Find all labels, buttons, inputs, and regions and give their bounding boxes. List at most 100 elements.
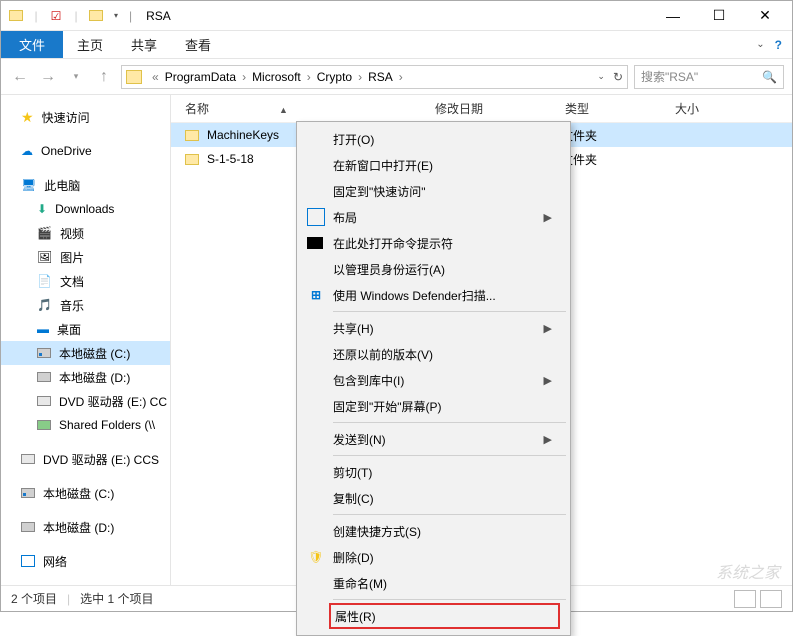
crumb-3[interactable]: RSA [368,70,393,84]
up-button[interactable]: ↑ [93,68,115,86]
dvd-icon [21,454,35,464]
ctx-separator [333,311,566,312]
ctx-layout[interactable]: 布局▶ [299,204,568,230]
ctx-include-lib[interactable]: 包含到库中(I)▶ [299,367,568,393]
sidebar-downloads-label: Downloads [55,202,114,216]
sidebar-documents[interactable]: 📄文档 [1,269,170,293]
col-type[interactable]: 类型 [565,100,675,117]
ctx-open-new[interactable]: 在新窗口中打开(E) [299,152,568,178]
share-tab[interactable]: 共享 [117,31,171,58]
sidebar-disk-d[interactable]: 本地磁盘 (D:) [1,365,170,389]
help-icon[interactable]: ? [775,38,782,52]
search-placeholder: 搜索"RSA" [641,68,698,85]
search-icon[interactable]: 🔍 [762,70,777,84]
qat-dropdown-icon[interactable]: ▾ [109,9,123,23]
crumb-0[interactable]: ProgramData [165,70,236,84]
sort-asc-icon: ▲ [279,105,288,115]
column-headers: 名称▲ 修改日期 类型 大小 [171,95,792,123]
sidebar-dvd-e[interactable]: DVD 驱动器 (E:) CC [1,389,170,413]
ctx-cut[interactable]: 剪切(T) [299,459,568,485]
col-size[interactable]: 大小 [675,100,755,117]
ctx-properties-label: 属性(R) [335,608,376,625]
sidebar-shared[interactable]: Shared Folders (\\ [1,413,170,437]
status-view-icons [734,590,782,608]
sidebar-downloads[interactable]: ⬇Downloads [1,197,170,221]
file-name: MachineKeys [207,128,279,142]
sidebar-video[interactable]: 🎬视频 [1,221,170,245]
desktop-icon: ▬ [37,322,49,336]
ctx-properties[interactable]: 属性(R) [329,603,560,629]
ctx-copy-label: 复制(C) [333,490,374,507]
sidebar-network[interactable]: 网络 [1,549,170,573]
ctx-delete[interactable]: 🛡删除(D) [299,544,568,570]
minimize-button[interactable]: — [650,2,696,30]
details-view-icon[interactable] [734,590,756,608]
status-count: 2 个项目 [11,590,57,607]
sidebar-dvd-e2[interactable]: DVD 驱动器 (E:) CCS [1,447,170,471]
file-tab[interactable]: 文件 [1,31,63,58]
search-box[interactable]: 搜索"RSA" 🔍 [634,65,784,89]
shield-icon: 🛡 [307,548,325,566]
ctx-rename[interactable]: 重命名(M) [299,570,568,596]
ctx-run-admin-label: 以管理员身份运行(A) [333,261,445,278]
ctx-pin-start[interactable]: 固定到"开始"屏幕(P) [299,393,568,419]
sidebar-quick-access[interactable]: ★快速访问 [1,105,170,129]
ctx-cmd-here[interactable]: 在此处打开命令提示符 [299,230,568,256]
address-bar[interactable]: « ProgramData › Microsoft › Crypto › RSA… [121,65,628,89]
recent-dropdown-icon[interactable]: ▾ [65,71,87,82]
network-icon [21,555,35,567]
ctx-run-admin[interactable]: 以管理员身份运行(A) [299,256,568,282]
sidebar-disk-d2-label: 本地磁盘 (D:) [43,519,114,536]
sidebar-desktop[interactable]: ▬桌面 [1,317,170,341]
large-icons-view-icon[interactable] [760,590,782,608]
crumb-1[interactable]: Microsoft [252,70,301,84]
ctx-prev-versions[interactable]: 还原以前的版本(V) [299,341,568,367]
sidebar-this-pc[interactable]: 🖥此电脑 [1,173,170,197]
maximize-button[interactable]: ☐ [696,2,742,30]
crumb-sep-2: › [358,70,362,84]
forward-button[interactable]: → [37,68,59,86]
home-tab[interactable]: 主页 [63,31,117,58]
ctx-pin-quick-label: 固定到"快速访问" [333,183,426,200]
col-name[interactable]: 名称▲ [185,100,435,117]
refresh-icon[interactable]: ↻ [613,70,623,84]
sidebar-disk-c2[interactable]: 本地磁盘 (C:) [1,481,170,505]
sidebar-dvd-e2-label: DVD 驱动器 (E:) CCS [43,451,159,468]
folder-icon [9,9,23,23]
sidebar-onedrive[interactable]: ☁OneDrive [1,139,170,163]
sidebar-pictures[interactable]: 🖼图片 [1,245,170,269]
submenu-arrow-icon: ▶ [544,374,552,387]
ctx-send-to[interactable]: 发送到(N)▶ [299,426,568,452]
ctx-defender[interactable]: ⊞使用 Windows Defender扫描... [299,282,568,308]
back-button[interactable]: ← [9,68,31,86]
ctx-pin-quick[interactable]: 固定到"快速访问" [299,178,568,204]
sidebar-music[interactable]: 🎵音乐 [1,293,170,317]
sidebar-network-label: 网络 [43,553,67,570]
ctx-share-label: 共享(H) [333,320,374,337]
ctx-shortcut[interactable]: 创建快捷方式(S) [299,518,568,544]
ctx-open[interactable]: 打开(O) [299,126,568,152]
ctx-copy[interactable]: 复制(C) [299,485,568,511]
qat-sep: | [29,9,43,23]
status-sep: | [67,592,70,606]
sidebar-disk-d2[interactable]: 本地磁盘 (D:) [1,515,170,539]
layout-icon [307,208,325,226]
ctx-share[interactable]: 共享(H)▶ [299,315,568,341]
close-button[interactable]: ✕ [742,2,788,30]
sidebar-pc-label: 此电脑 [44,177,80,194]
ribbon-expand-icon[interactable]: ⌄ [756,39,764,50]
ctx-separator [333,599,566,600]
crumb-2[interactable]: Crypto [317,70,352,84]
quick-access-toolbar: | ☑ | ▾ [5,9,123,23]
sidebar-disk-d-label: 本地磁盘 (D:) [59,369,130,386]
properties-icon[interactable]: ☑ [49,9,63,23]
sidebar-disk-c[interactable]: 本地磁盘 (C:) [1,341,170,365]
onedrive-icon: ☁ [21,144,33,158]
open-folder-icon[interactable] [89,9,103,23]
address-dropdown-icon[interactable]: ⌄ [597,71,605,82]
col-date[interactable]: 修改日期 [435,100,565,117]
view-tab[interactable]: 查看 [171,31,225,58]
submenu-arrow-icon: ▶ [544,433,552,446]
sidebar-dvd-e-label: DVD 驱动器 (E:) CC [59,393,167,410]
ribbon-tabs: 文件 主页 共享 查看 ⌄ ? [1,31,792,59]
